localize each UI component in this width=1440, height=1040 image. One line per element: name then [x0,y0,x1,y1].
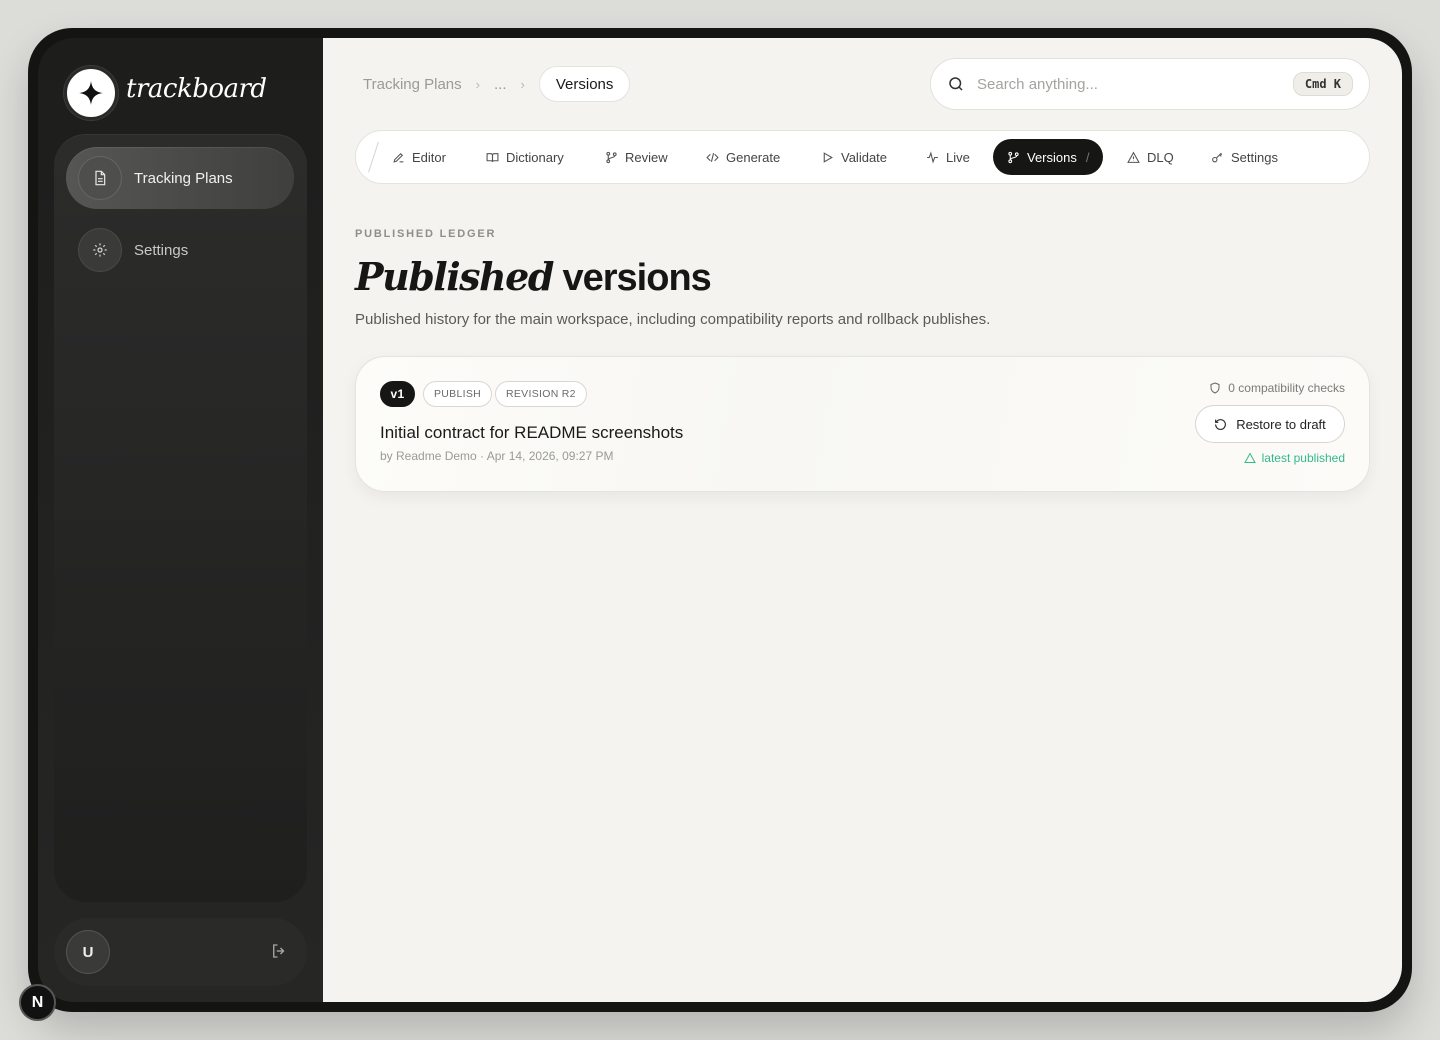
sparkle-icon [79,81,103,105]
logo[interactable] [64,66,118,120]
book-icon [486,152,499,162]
sidebar-item-label: Settings [134,241,189,259]
compatibility-checks: 0 compatibility checks [1209,381,1345,395]
status-badge: latest published [1243,451,1345,465]
chevron-right-icon: › [520,76,525,92]
sidebar-item-settings[interactable]: Settings [66,219,294,281]
shortcut-badge: Cmd K [1292,72,1353,96]
tab-editor[interactable]: Editor [378,139,460,175]
logout-icon[interactable] [270,942,290,962]
search-input[interactable]: Search anything... [977,76,1293,93]
code-icon [706,152,719,162]
version-meta: by Readme Demo · Apr 14, 2026, 09:27 PM [380,449,614,463]
brand-name: trackboard [126,74,267,104]
breadcrumb-current: Versions [538,66,631,102]
kind-badge: PUBLISH [423,381,493,407]
key-icon [1212,152,1223,162]
shield-icon [1210,382,1220,394]
search-icon [949,77,963,91]
sidebar-item-label: Tracking Plans [134,169,233,187]
tab-dictionary[interactable]: Dictionary [472,139,578,175]
version-title: Initial contract for README screenshots [380,423,684,442]
breadcrumb-ellipsis[interactable]: ... [494,76,507,93]
tab-dlq[interactable]: DLQ [1113,139,1188,175]
tab-generate[interactable]: Generate [692,139,794,175]
activity-icon [927,150,938,164]
tab-validate[interactable]: Validate [807,139,901,175]
breadcrumb: Tracking Plans › ... › Versions [363,66,631,102]
tab-live[interactable]: Live [912,139,984,175]
version-badge: v1 [380,381,415,407]
triangle-icon [1243,452,1256,463]
play-icon [823,151,833,163]
tab-versions[interactable]: Versions / [993,139,1103,175]
gear-icon [78,228,122,272]
page-subtitle: Published history for the main workspace… [355,311,991,328]
warning-icon [1127,151,1140,163]
tab-settings[interactable]: Settings [1197,139,1292,175]
document-icon [78,156,122,200]
branch-icon [606,151,617,163]
breadcrumb-root[interactable]: Tracking Plans [363,76,462,93]
branch-icon [1008,151,1019,163]
revision-badge: REVISION R2 [495,381,587,407]
undo-icon [1215,418,1227,430]
section-eyebrow: PUBLISHED LEDGER [355,228,497,240]
restore-to-draft-button[interactable]: Restore to draft [1195,405,1345,443]
chevron-right-icon: › [475,76,480,92]
tab-review[interactable]: Review [591,139,682,175]
tab-divider: / [1085,149,1090,165]
page-title: Published versions [355,254,712,299]
avatar[interactable]: U [66,930,110,974]
pencil-icon [393,152,404,163]
dev-badge[interactable]: N [19,984,56,1021]
search-bar[interactable]: Search anything... Cmd K [930,58,1370,110]
sidebar-item-tracking-plans[interactable]: Tracking Plans [66,147,294,209]
